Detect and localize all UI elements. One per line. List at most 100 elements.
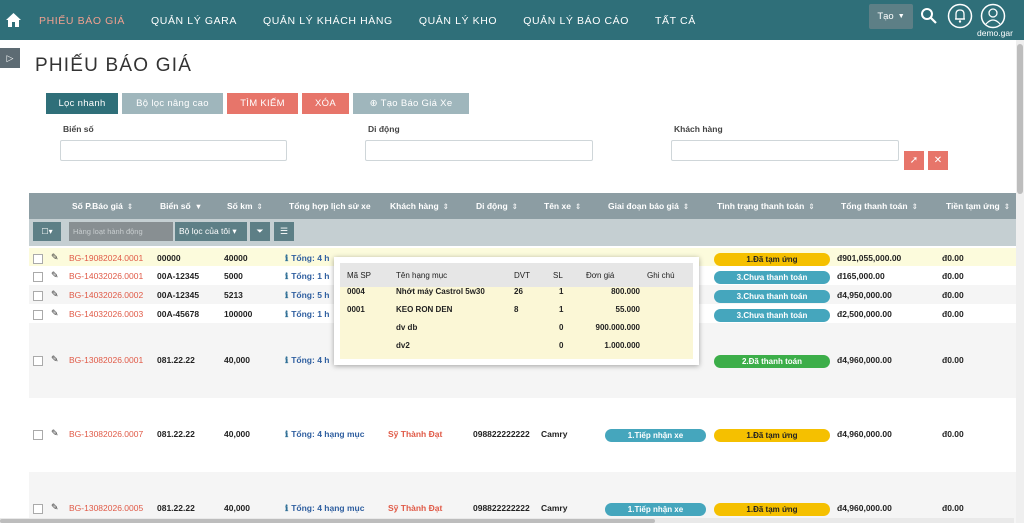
sort-icon[interactable]: ⇕ <box>808 202 814 211</box>
bien-so-input[interactable] <box>60 140 287 161</box>
edit-pencil-icon[interactable]: ✎ <box>51 354 59 365</box>
payment-status-badge: 3.Chưa thanh toán <box>714 271 830 284</box>
history-summary-link[interactable]: ℹ Tổng: 4 h <box>285 355 329 366</box>
quote-code-link[interactable]: BG-14032026.0003 <box>69 309 143 319</box>
sort-icon[interactable]: ⇕ <box>575 202 581 211</box>
table-row[interactable]: ✎ BG-13082026.0007 081.22.22 40,000 ℹ Tổng: 4… <box>29 398 1019 472</box>
nav-quan-ly-bao-cao[interactable]: QUẢN LÝ BÁO CÁO <box>510 0 642 40</box>
cursor-select-icon[interactable]: ➚ <box>904 151 924 170</box>
sort-icon[interactable]: ⇕ <box>257 202 263 211</box>
table-toolbar: ☐▾ Hàng loạt hành động Bộ lọc của tôi ▾ … <box>29 219 1019 246</box>
stage-badge: 1.Tiếp nhận xe <box>605 429 706 442</box>
quote-code-link[interactable]: BG-14032026.0002 <box>69 290 143 300</box>
filter-icon[interactable]: ⏷ <box>250 222 270 241</box>
sidebar-toggle-icon[interactable]: ▷ <box>0 48 20 68</box>
select-all-dropdown[interactable]: ☐▾ <box>33 222 61 241</box>
search-icon[interactable] <box>920 7 938 25</box>
col-label: Tổng hợp lịch sử xe <box>289 201 371 211</box>
list-view-icon[interactable]: ☰ <box>274 222 294 241</box>
row-checkbox[interactable] <box>33 356 43 366</box>
history-summary-link[interactable]: ℹ Tổng: 5 h <box>285 290 329 301</box>
info-icon: ℹ <box>285 429 289 439</box>
khach-hang-input[interactable] <box>671 140 899 161</box>
khach-hang-label: Khách hàng <box>674 124 723 134</box>
edit-pencil-icon[interactable]: ✎ <box>51 289 59 300</box>
col-so-bao-gia[interactable]: Số P.Báo giá ⇕ <box>72 193 133 219</box>
row-checkbox[interactable] <box>33 310 43 320</box>
nav-tat-ca[interactable]: TẤT CẢ <box>642 0 709 40</box>
nav-quan-ly-gara[interactable]: QUẢN LÝ GARA <box>138 0 250 40</box>
tab-loc-nhanh[interactable]: Lọc nhanh <box>46 93 118 114</box>
advance-amount: đ0.00 <box>942 290 964 300</box>
popup-item-price: 800.000 <box>611 287 640 296</box>
history-summary-link[interactable]: ℹ Tổng: 1 h <box>285 271 329 282</box>
create-quote-button[interactable]: ⊕ Tạo Báo Giá Xe <box>353 93 469 114</box>
sort-icon[interactable]: ⇕ <box>1004 202 1010 211</box>
edit-pencil-icon[interactable]: ✎ <box>51 270 59 281</box>
sort-icon[interactable]: ⇕ <box>912 202 918 211</box>
search-button[interactable]: TÌM KIẾM <box>227 93 298 114</box>
history-summary-link[interactable]: ℹ Tổng: 4 hạng mục <box>285 429 364 440</box>
vertical-scroll-thumb[interactable] <box>1017 44 1023 194</box>
col-ten-xe[interactable]: Tên xe ⇕ <box>544 193 581 219</box>
total-payment: đ2,500,000.00 <box>837 309 892 319</box>
quote-code-link[interactable]: BG-13082026.0001 <box>69 355 143 365</box>
col-tinh-trang[interactable]: Tình trạng thanh toán ⇕ <box>717 193 815 219</box>
row-checkbox[interactable] <box>33 430 43 440</box>
edit-pencil-icon[interactable]: ✎ <box>51 502 59 513</box>
horizontal-scroll-thumb[interactable] <box>0 519 655 523</box>
col-giai-doan[interactable]: Giai đoạn báo giá ⇕ <box>608 193 689 219</box>
history-summary-link[interactable]: ℹ Tổng: 4 h <box>285 253 329 264</box>
col-so-km[interactable]: Số km ⇕ <box>227 193 263 219</box>
row-checkbox[interactable] <box>33 504 43 514</box>
history-text: Tổng: 4 h <box>291 355 330 365</box>
bulk-action-input[interactable]: Hàng loạt hành động <box>69 222 173 241</box>
nav-quan-ly-khach-hang[interactable]: QUẢN LÝ KHÁCH HÀNG <box>250 0 406 40</box>
edit-pencil-icon[interactable]: ✎ <box>51 308 59 319</box>
bien-so-label: Biển số <box>63 124 94 134</box>
quote-code-link[interactable]: BG-19082024.0001 <box>69 253 143 263</box>
history-summary-link[interactable]: ℹ Tổng: 4 hạng mục <box>285 503 364 514</box>
sort-icon[interactable]: ⇕ <box>443 202 449 211</box>
customer-name: Sỹ Thành Đạt <box>388 503 443 513</box>
row-checkbox[interactable] <box>33 272 43 282</box>
di-dong-input[interactable] <box>365 140 593 161</box>
history-summary-link[interactable]: ℹ Tổng: 1 h <box>285 309 329 320</box>
col-di-dong[interactable]: Di động ⇕ <box>476 193 518 219</box>
nav-quan-ly-kho[interactable]: QUẢN LÝ KHO <box>406 0 510 40</box>
user-caret-icon[interactable]: ▼ <box>986 47 993 54</box>
col-label: Tình trạng thanh toán <box>717 201 805 211</box>
tao-dropdown-button[interactable]: Tạo ▼ <box>869 4 913 29</box>
popup-item-price: 55.000 <box>615 305 640 314</box>
quote-code-link[interactable]: BG-13082026.0005 <box>69 503 143 513</box>
sort-icon[interactable]: ▼ <box>195 202 202 211</box>
sort-icon[interactable]: ⇕ <box>512 202 518 211</box>
row-checkbox[interactable] <box>33 291 43 301</box>
col-tien-tam-ung[interactable]: Tiền tạm ứng ⇕ <box>946 193 1010 219</box>
total-payment: đ165,000.00 <box>837 271 885 281</box>
sort-icon[interactable]: ⇕ <box>127 202 133 211</box>
home-icon[interactable] <box>0 0 26 40</box>
tab-bo-loc-nang-cao[interactable]: Bộ lọc nâng cao <box>122 93 223 114</box>
sort-icon[interactable]: ⇕ <box>683 202 689 211</box>
clear-button[interactable]: XÓA <box>302 93 349 114</box>
close-icon[interactable]: ✕ <box>928 151 948 170</box>
bell-icon[interactable] <box>947 3 973 29</box>
edit-pencil-icon[interactable]: ✎ <box>51 428 59 439</box>
info-icon: ℹ <box>285 503 289 513</box>
quote-code-link[interactable]: BG-14032026.0001 <box>69 271 143 281</box>
nav-phieu-bao-gia[interactable]: PHIẾU BÁO GIÁ <box>26 0 138 40</box>
advance-amount: đ0.00 <box>942 253 964 263</box>
col-khach-hang[interactable]: Khách hàng ⇕ <box>390 193 449 219</box>
col-lich-su-xe[interactable]: Tổng hợp lịch sử xe <box>289 193 371 219</box>
popup-item-qty: 1 <box>559 287 564 296</box>
table-row[interactable]: ✎ BG-13082026.0005 081.22.22 40,000 ℹ Tổng: 4… <box>29 472 1019 523</box>
user-avatar-icon[interactable] <box>980 3 1006 29</box>
my-filter-dropdown[interactable]: Bộ lọc của tôi ▾ <box>175 222 247 241</box>
col-tong-thanh-toan[interactable]: Tổng thanh toán ⇕ <box>841 193 918 219</box>
user-name[interactable]: demo.gar <box>977 28 1013 38</box>
row-checkbox[interactable] <box>33 254 43 264</box>
quote-code-link[interactable]: BG-13082026.0007 <box>69 429 143 439</box>
col-bien-so[interactable]: Biển số ▼ <box>160 193 202 219</box>
edit-pencil-icon[interactable]: ✎ <box>51 252 59 263</box>
